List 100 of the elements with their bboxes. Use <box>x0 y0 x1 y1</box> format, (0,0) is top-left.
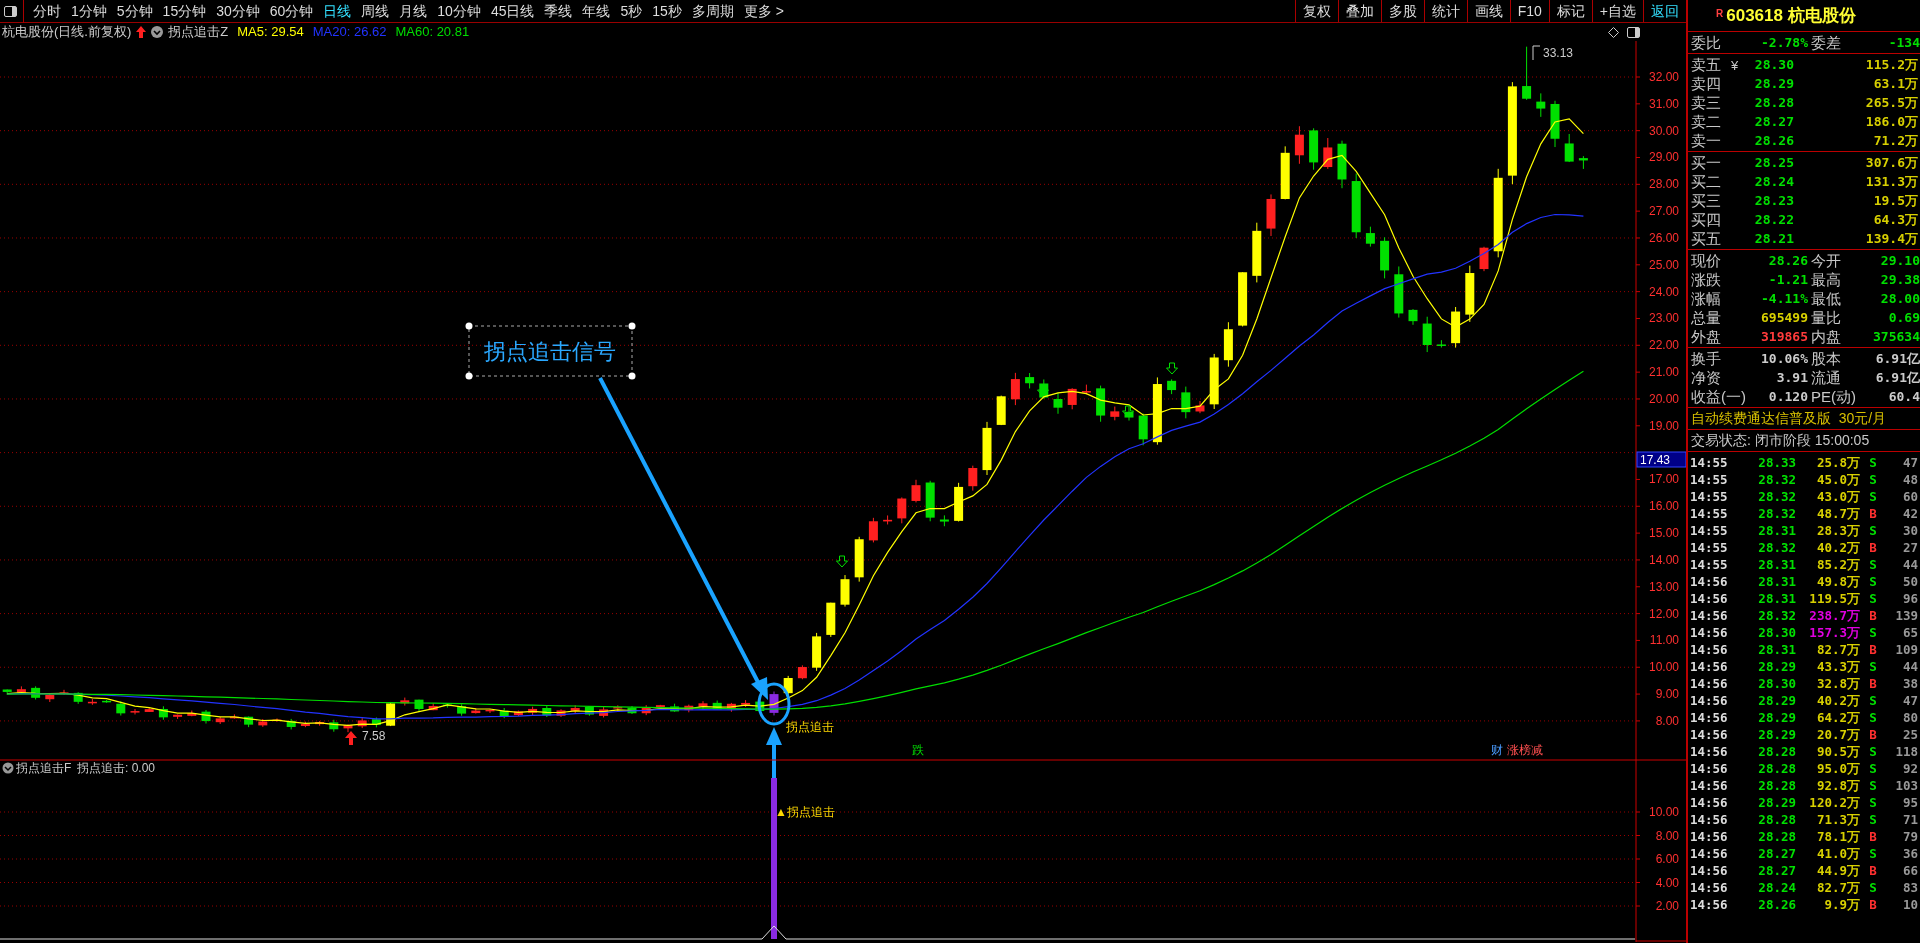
tick-time: 14:56 <box>1689 709 1729 726</box>
tick-count: 42 <box>1901 505 1919 522</box>
trade-side: S <box>1868 573 1878 590</box>
candlestick <box>939 514 949 527</box>
tick-time: 14:56 <box>1689 828 1729 845</box>
period-tab[interactable]: 周线 <box>356 0 395 22</box>
candlestick <box>414 699 424 712</box>
candlestick <box>130 708 140 715</box>
order-price: 28.24 <box>1753 173 1794 191</box>
order-price: 28.21 <box>1753 230 1794 248</box>
low-price-label: 7.58 <box>362 729 386 743</box>
dropdown-icon[interactable] <box>2 762 14 774</box>
candlestick <box>1266 193 1276 237</box>
axis-tick-label: 12.00 <box>1648 606 1679 621</box>
axis-tick-label: 9.00 <box>1655 687 1679 702</box>
tick-time: 14:55 <box>1689 522 1729 539</box>
candlestick <box>1394 265 1404 319</box>
axis-tick-label: 17.00 <box>1648 472 1679 487</box>
candlestick <box>641 704 651 716</box>
period-tab[interactable]: 年线 <box>577 0 616 22</box>
period-tab[interactable]: 5秒 <box>615 0 648 22</box>
tick-count: 65 <box>1901 624 1919 641</box>
period-tab[interactable]: 日线 <box>318 0 357 22</box>
tick-count: 80 <box>1901 709 1919 726</box>
event-marker: 跌 <box>912 743 924 757</box>
field-label: 流通 <box>1810 368 1842 387</box>
candlestick <box>726 702 736 713</box>
order-price: 28.25 <box>1753 154 1794 172</box>
candlestick <box>1053 392 1063 415</box>
tick-time: 14:56 <box>1689 573 1729 590</box>
tick-count: 96 <box>1901 590 1919 607</box>
tick-time: 14:56 <box>1689 624 1729 641</box>
period-tab[interactable]: 10分钟 <box>432 0 486 22</box>
axis-tick-label: 2.00 <box>1655 899 1679 913</box>
candlestick <box>769 691 779 716</box>
tick-price: 28.28 <box>1757 811 1796 828</box>
dropdown-icon[interactable] <box>151 26 164 38</box>
field-label: 量比 <box>1810 308 1842 327</box>
field-value: 60.4 <box>1887 388 1920 406</box>
candlestick <box>528 706 538 716</box>
tick-price: 28.27 <box>1757 845 1796 862</box>
period-tab[interactable]: 15分钟 <box>157 0 212 22</box>
tick-price: 28.32 <box>1757 488 1796 505</box>
period-tab[interactable]: 45日线 <box>485 0 540 22</box>
tick-price: 28.30 <box>1757 675 1796 692</box>
field-label: 换手 <box>1690 349 1722 368</box>
period-tab[interactable]: 15秒 <box>647 0 687 22</box>
trade-side: S <box>1868 777 1878 794</box>
diamond-icon[interactable] <box>1608 26 1619 38</box>
order-label: 卖三 <box>1690 93 1722 112</box>
candlestick <box>1252 222 1262 283</box>
order-volume: 139.4万 <box>1864 230 1919 248</box>
candlestick <box>1209 353 1219 410</box>
candlestick <box>1110 406 1120 421</box>
tick-count: 44 <box>1901 658 1919 675</box>
tick-price: 28.32 <box>1757 505 1796 522</box>
period-tab[interactable]: 1分钟 <box>66 0 112 22</box>
tick-time: 14:56 <box>1689 811 1729 828</box>
tick-count: 27 <box>1901 539 1919 556</box>
panel-toggle-icon[interactable] <box>4 5 17 17</box>
candlestick <box>158 705 168 721</box>
candlestick <box>102 699 112 704</box>
period-tab[interactable]: 月线 <box>394 0 433 22</box>
candlestick <box>173 713 183 720</box>
tick-time: 14:56 <box>1689 658 1729 675</box>
period-tab[interactable]: 季线 <box>539 0 578 22</box>
candlestick <box>1124 406 1134 422</box>
trade-side: S <box>1868 879 1878 896</box>
candlestick <box>797 664 807 680</box>
order-volume: 63.1万 <box>1872 75 1919 93</box>
tick-time: 14:56 <box>1689 862 1729 879</box>
flag-label: R <box>1716 7 1724 21</box>
panel-toggle-icon[interactable] <box>1627 26 1640 38</box>
more-menu-button[interactable]: 更多 > <box>738 0 789 22</box>
period-tab[interactable]: 60分钟 <box>264 0 319 22</box>
up-arrow-icon <box>136 26 147 38</box>
period-tab[interactable]: 分时 <box>28 0 66 22</box>
tick-count: 30 <box>1901 522 1919 539</box>
field-label: PE(动) <box>1810 387 1857 406</box>
candlestick <box>783 675 793 696</box>
trade-side: B <box>1868 828 1878 845</box>
signal-label: 拐点追击 <box>786 720 834 734</box>
period-tab[interactable]: 30分钟 <box>211 0 265 22</box>
period-tab[interactable]: 5分钟 <box>111 0 158 22</box>
candlestick <box>87 698 97 706</box>
tick-price: 28.26 <box>1757 896 1796 913</box>
candlestick <box>315 720 325 727</box>
tick-time: 14:56 <box>1689 794 1729 811</box>
tick-price: 28.31 <box>1757 573 1796 590</box>
axis-tick-label: 25.00 <box>1648 257 1679 272</box>
candlestick <box>1309 127 1319 171</box>
order-label: 买五 <box>1690 229 1722 248</box>
period-tab[interactable]: 多周期 <box>686 0 739 22</box>
order-label: 买二 <box>1690 172 1722 191</box>
trade-side: B <box>1868 896 1878 913</box>
candlestick <box>755 700 765 712</box>
tick-volume: 20.7万 <box>1815 726 1860 743</box>
field-label: 涨跌 <box>1690 270 1722 289</box>
candlestick <box>968 465 978 492</box>
tick-count: 109 <box>1894 641 1919 658</box>
